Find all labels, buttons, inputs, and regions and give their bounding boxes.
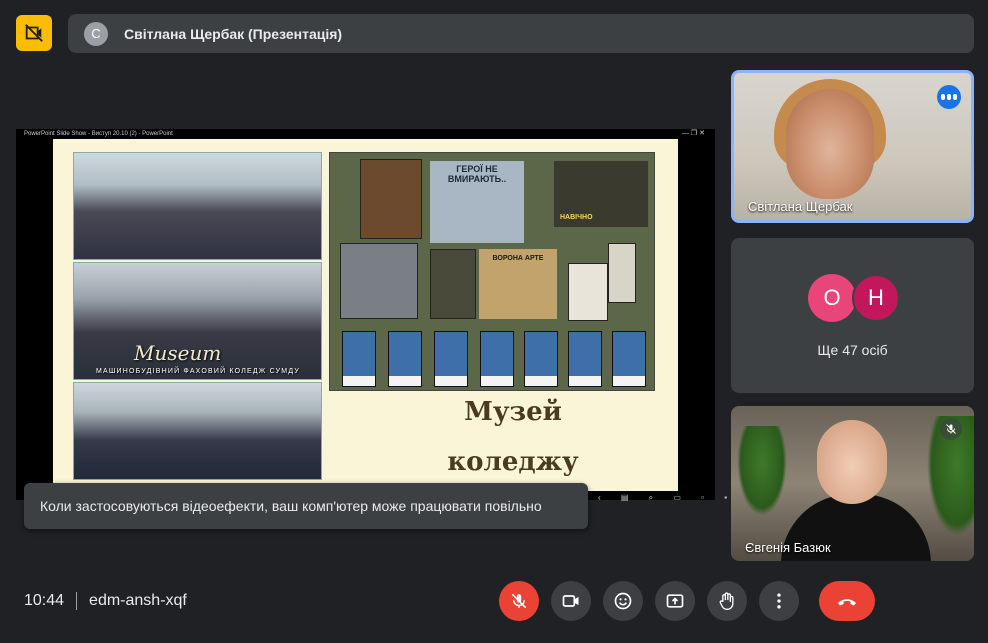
fallen-hero-portrait <box>612 331 646 387</box>
navichno-text: НАВІЧНО <box>560 214 593 221</box>
divider <box>76 592 78 610</box>
participant-avatar: О <box>808 274 856 322</box>
reactions-button[interactable] <box>603 581 643 621</box>
memorial-collage: ГЕРОЇ НЕ ВМИРАЮТЬ.. НАВІЧНО ВОРОНА АРТЕ <box>329 152 655 391</box>
video-effects-off-icon[interactable] <box>16 15 52 51</box>
shared-window-title: PowerPoint Slide Show - Виступ 20.10 (2)… <box>24 131 173 137</box>
mic-muted-icon <box>940 418 962 440</box>
fallen-hero-portrait <box>480 331 514 387</box>
video-camera-icon <box>562 595 579 607</box>
memorial-photo <box>360 159 422 239</box>
memorial-card-2 <box>608 243 636 303</box>
leave-call-button[interactable] <box>819 581 875 621</box>
presentation-slide: Museum МАШИНОБУДІВНИЙ ФАХОВИЙ КОЛЕДЖ СУМ… <box>53 139 678 491</box>
more-options-button[interactable] <box>759 581 799 621</box>
participant-tile-others[interactable]: О Н Ще 47 осіб <box>731 238 974 393</box>
participant-face <box>786 89 874 199</box>
slide-title-line1: Музей <box>464 397 562 427</box>
slide-title: Музей коледжу <box>383 387 643 487</box>
vorona-poster: ВОРОНА АРТЕ <box>479 249 557 319</box>
heroes-board: ГЕРОЇ НЕ ВМИРАЮТЬ.. <box>430 161 524 243</box>
shared-screen: PowerPoint Slide Show - Виступ 20.10 (2)… <box>16 129 715 500</box>
clock-time: 10:44 <box>24 592 65 609</box>
mic-off-button[interactable] <box>499 581 539 621</box>
video-effects-toast: Коли застосовуються відеоефекти, ваш ком… <box>24 483 588 529</box>
group-photo-2: Museum МАШИНОБУДІВНИЙ ФАХОВИЙ КОЛЕДЖ СУМ… <box>73 262 322 380</box>
slide-title-line2: коледжу <box>447 447 579 477</box>
participant-tile[interactable]: Євгенія Базюк <box>731 406 974 561</box>
presenter-label: Світлана Щербак (Презентація) <box>124 25 343 42</box>
raise-hand-button[interactable] <box>707 581 747 621</box>
heroes-text: ГЕРОЇ НЕ ВМИРАЮТЬ.. <box>447 164 507 184</box>
more-participants-label: Ще 47 осіб <box>817 342 888 358</box>
navichno-poster: НАВІЧНО <box>554 161 648 227</box>
participant-avatar: Н <box>852 274 900 322</box>
camera-button[interactable] <box>551 581 591 621</box>
presenter-bar[interactable]: С Світлана Щербак (Презентація) <box>68 14 974 53</box>
participant-name: Світлана Щербак <box>748 199 853 214</box>
mic-off-icon <box>511 593 527 609</box>
more-vert-icon <box>777 593 781 609</box>
participant-tile-speaker[interactable]: Світлана Щербак <box>731 70 974 223</box>
group-photo-1 <box>73 152 322 260</box>
participant-face <box>817 420 887 504</box>
emoji-icon <box>614 592 632 610</box>
hand-icon <box>719 592 734 611</box>
participant-name: Євгенія Базюк <box>745 540 831 555</box>
hall-photo <box>340 243 418 319</box>
present-screen-icon <box>666 594 684 608</box>
fallen-hero-portrait <box>388 331 422 387</box>
fallen-hero-portrait <box>568 331 602 387</box>
soldier-photo <box>430 249 476 319</box>
group-photo-3 <box>73 382 322 480</box>
plant-decor <box>737 426 787 516</box>
fallen-hero-portrait <box>434 331 468 387</box>
fallen-hero-portrait <box>342 331 376 387</box>
call-controls <box>499 581 875 621</box>
meeting-code: edm-ansh-xqf <box>89 592 187 609</box>
present-screen-button[interactable] <box>655 581 695 621</box>
memorial-card <box>568 263 608 321</box>
museum-word: Museum <box>134 341 222 365</box>
museum-subtitle: МАШИНОБУДІВНИЙ ФАХОВИЙ КОЛЕДЖ СУМДУ <box>96 368 300 375</box>
speaking-indicator-icon <box>937 85 961 109</box>
fallen-hero-portrait <box>524 331 558 387</box>
end-call-icon <box>838 599 856 606</box>
shared-window-controls: — ❐ ✕ <box>681 130 705 137</box>
vorona-text: ВОРОНА АРТЕ <box>492 255 544 262</box>
meeting-info: 10:44 edm-ansh-xqf <box>24 592 187 610</box>
presenter-avatar: С <box>84 21 108 46</box>
